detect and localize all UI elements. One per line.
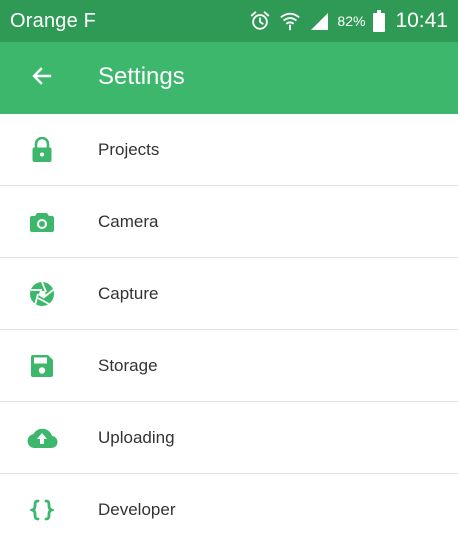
cloud-upload-icon (0, 427, 84, 449)
status-icons: 82% 10:41 (249, 9, 448, 33)
lock-icon (0, 136, 84, 163)
settings-item-label: Storage (98, 355, 158, 375)
wifi-icon (279, 10, 301, 32)
settings-item-storage[interactable]: Storage (0, 330, 458, 402)
settings-item-projects[interactable]: Projects (0, 114, 458, 186)
settings-item-uploading[interactable]: Uploading (0, 402, 458, 474)
settings-item-developer[interactable]: Developer (0, 474, 458, 546)
back-button[interactable] (0, 42, 84, 114)
settings-item-label: Camera (98, 211, 159, 231)
page-title: Settings (98, 63, 185, 90)
settings-item-label: Developer (98, 500, 176, 519)
settings-item-label: Uploading (98, 427, 175, 447)
arrow-back-icon (30, 64, 54, 93)
status-bar: Orange F 82% 10:41 (0, 0, 458, 42)
settings-item-capture[interactable]: Capture (0, 258, 458, 330)
settings-item-label: Projects (98, 139, 160, 159)
floppy-disk-icon (0, 354, 84, 378)
carrier-name: Orange F (10, 9, 97, 32)
settings-item-label: Capture (98, 283, 159, 303)
battery-icon (373, 10, 386, 32)
alarm-icon (249, 10, 271, 32)
app-bar: Settings (0, 42, 458, 114)
settings-item-camera[interactable]: Camera (0, 186, 458, 258)
aperture-icon (0, 281, 84, 307)
clock: 10:41 (395, 9, 448, 32)
battery-percentage: 82% (337, 13, 366, 29)
camera-icon (0, 211, 84, 233)
settings-list: Projects Camera Capture Storage Uploadin… (0, 114, 458, 546)
code-braces-icon (0, 498, 84, 522)
signal-icon (309, 11, 329, 31)
